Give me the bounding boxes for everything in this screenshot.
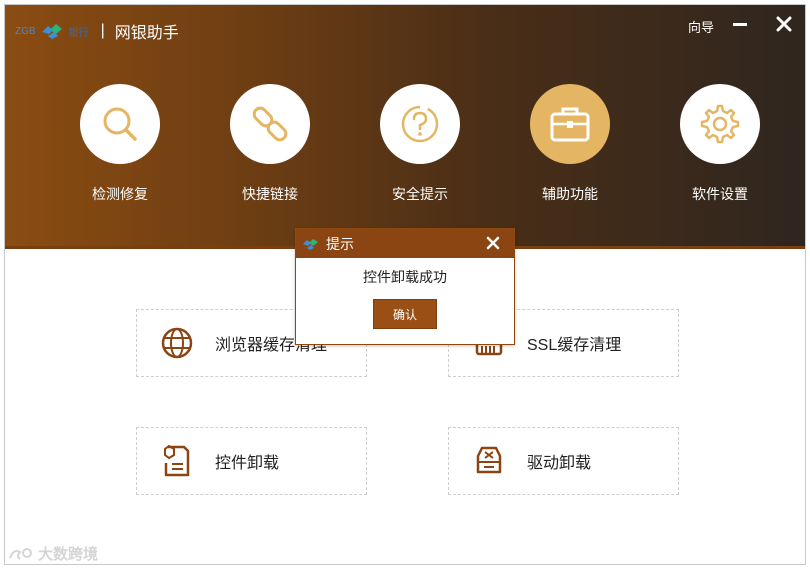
bank-logo-icon: [41, 24, 62, 39]
plugin-uninstall-card[interactable]: 控件卸载: [136, 427, 367, 495]
feature-circle: [680, 84, 760, 164]
dialog-message: 控件卸载成功: [363, 269, 447, 285]
drive-icon: [471, 443, 507, 479]
dialog-header: 提示: [296, 229, 514, 258]
app-window: ZGB 银行 | 网银助手 向导 检测修复 快捷链接 安全提示 辅助功能 软件设…: [4, 4, 806, 565]
feature-circle: [380, 84, 460, 164]
notice-dialog: 提示 控件卸载成功 确认: [295, 228, 515, 345]
watermark-text: 大数跨境: [38, 546, 99, 563]
minimize-button[interactable]: [733, 21, 749, 31]
bank-logo: ZGB 银行 | 网银助手: [15, 19, 179, 43]
feature-label: 安全提示: [392, 186, 448, 202]
feature-circle: [230, 84, 310, 164]
watermark: 大数跨境: [8, 543, 98, 564]
close-icon: [486, 236, 500, 250]
globe-icon: [159, 325, 195, 361]
dialog-title: 提示: [326, 235, 354, 252]
link-icon: [252, 106, 288, 142]
driver-uninstall-card[interactable]: 驱动卸载: [448, 427, 679, 495]
confirm-button[interactable]: 确认: [373, 299, 437, 329]
feature-quick-links[interactable]: 快捷链接: [210, 84, 330, 204]
close-button[interactable]: [775, 15, 793, 33]
question-icon: [401, 105, 439, 143]
watermark-logo-icon: [9, 547, 32, 560]
logo-bank-text: 银行: [68, 27, 89, 39]
plugin-doc-icon: [159, 443, 195, 479]
feature-label: 快捷链接: [242, 186, 298, 202]
app-title: 网银助手: [114, 25, 179, 42]
logo-left-text: ZGB: [15, 25, 36, 37]
feature-circle-active: [530, 84, 610, 164]
header-banner: ZGB 银行 | 网银助手 向导 检测修复 快捷链接 安全提示 辅助功能 软件设…: [5, 5, 805, 249]
feature-label: 辅助功能: [542, 186, 598, 202]
search-icon: [103, 107, 137, 141]
feature-label: 软件设置: [692, 186, 748, 202]
feature-security-tips[interactable]: 安全提示: [360, 84, 480, 204]
dialog-close-button[interactable]: [486, 236, 500, 250]
bank-logo-icon: [303, 238, 318, 250]
gear-icon: [700, 104, 740, 144]
card-label: 控件卸载: [215, 455, 280, 472]
card-label: SSL缓存清理: [527, 337, 622, 354]
feature-circle: [80, 84, 160, 164]
feature-software-settings[interactable]: 软件设置: [660, 84, 780, 204]
toolbox-icon: [550, 107, 590, 142]
feature-check-repair[interactable]: 检测修复: [60, 84, 180, 204]
feature-auxiliary[interactable]: 辅助功能: [510, 84, 630, 204]
card-label: 驱动卸载: [527, 455, 592, 472]
title-separator: |: [100, 22, 105, 39]
wizard-button[interactable]: 向导: [688, 17, 714, 36]
close-icon: [776, 16, 792, 32]
feature-label: 检测修复: [92, 186, 148, 202]
